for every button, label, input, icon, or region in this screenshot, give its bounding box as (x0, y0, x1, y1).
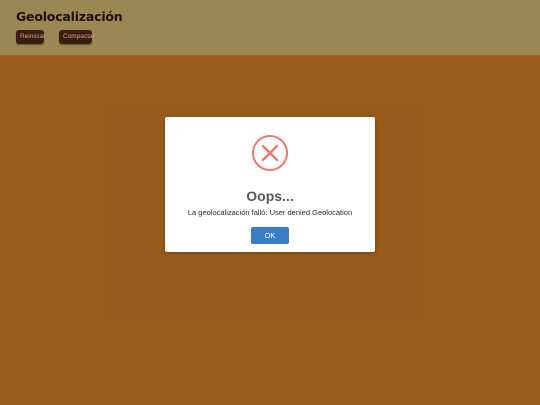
reiniciar-button[interactable]: Reiniciar (16, 30, 45, 44)
ok-button[interactable]: OK (251, 227, 289, 244)
error-x-icon (252, 135, 288, 171)
app-header: Geolocalización Reiniciar Compactar (0, 0, 540, 55)
compactar-button[interactable]: Compactar (59, 30, 95, 44)
app-title: Geolocalización (16, 9, 123, 24)
error-dialog: Oops... La geolocalización falló: User d… (165, 117, 375, 252)
dialog-title: Oops... (246, 188, 294, 204)
dialog-message: La geolocalización falló: User denied Ge… (187, 208, 353, 217)
